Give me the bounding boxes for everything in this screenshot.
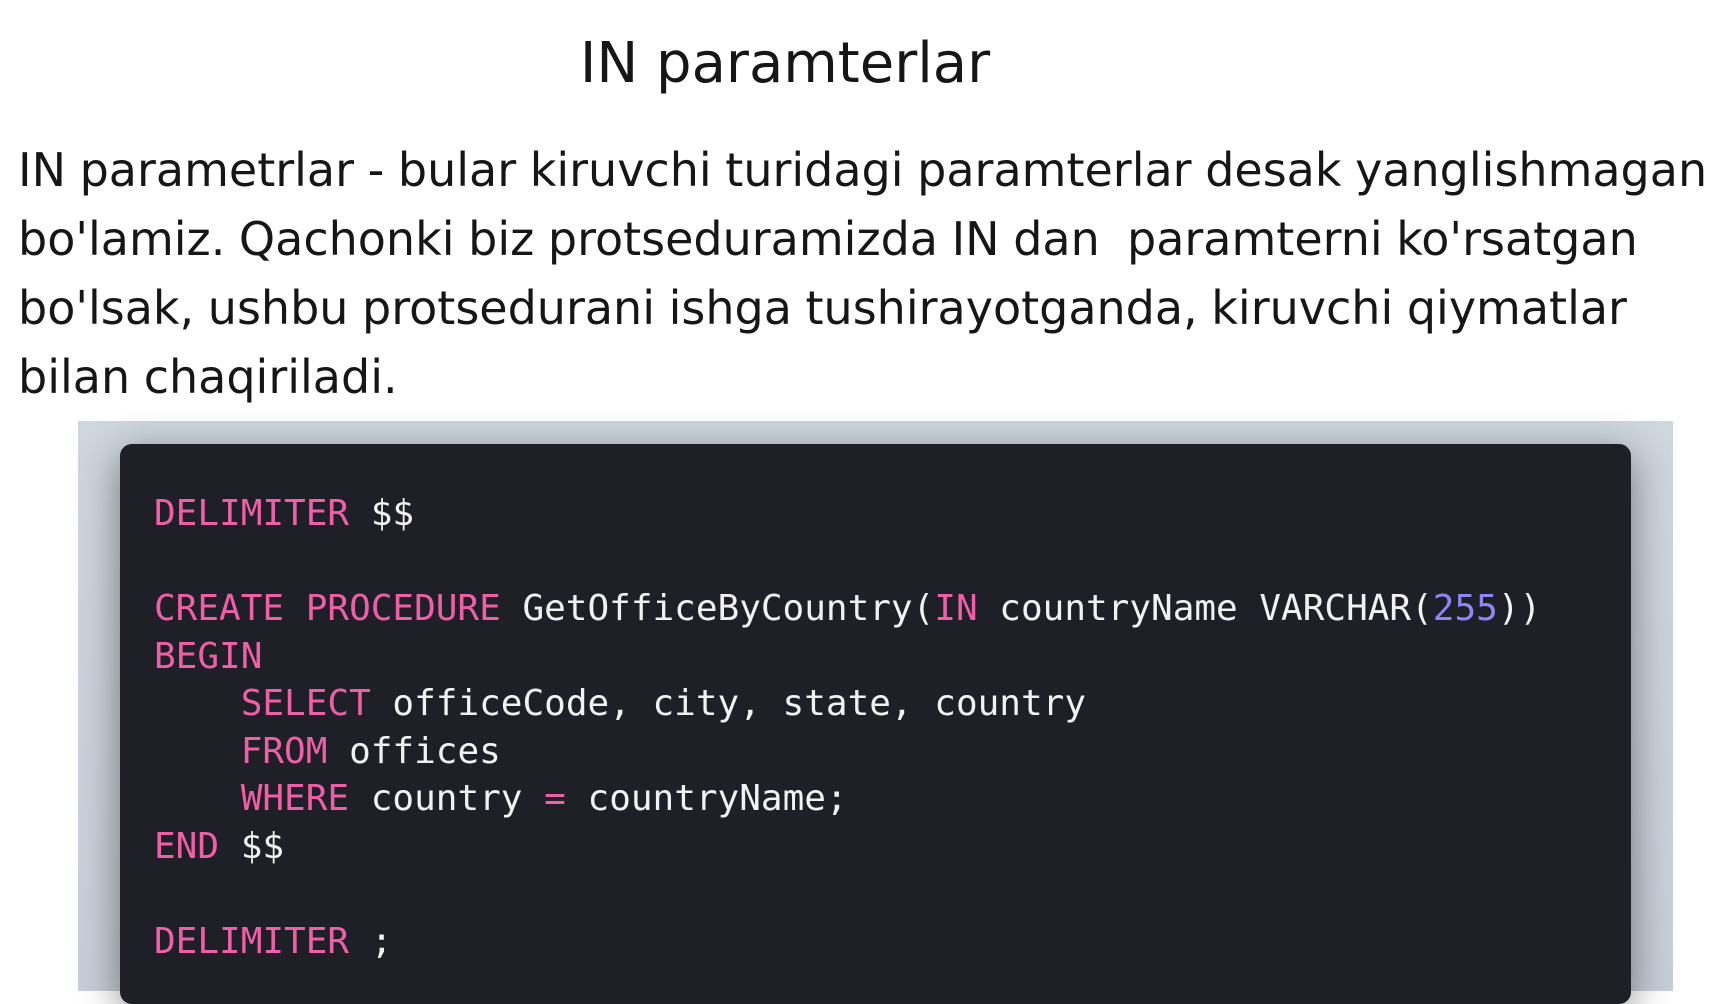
code-text: officeCode, city, state, country [370,683,1086,724]
paragraph-line: bo'lamiz. Qachonki biz protseduramizda I… [18,212,1638,266]
code-text: GetOfficeByCountry( [500,588,935,629]
code-line: END $$ [154,823,1541,871]
code-number: 255 [1432,588,1498,629]
code-text: )) [1497,588,1542,629]
code-keyword: BEGIN [154,635,263,677]
code-line: DELIMITER $$ [154,490,1541,538]
code-keyword: WHERE [240,778,350,819]
page-title: IN paramterlar [579,31,991,96]
code-text: $$ [349,493,415,534]
description-paragraph: IN parametrlar - bular kiruvchi turidagi… [18,136,1717,412]
code-line: FROM offices [154,728,1541,776]
code-keyword: DELIMITER [154,493,350,534]
code-keyword: = [544,778,566,819]
code-text: offices [327,730,501,772]
paragraph-line: bilan chaqiriladi. [18,350,398,404]
code-keyword: IN [934,588,978,629]
code-text: $$ [219,825,285,867]
code-line: SELECT officeCode, city, state, country [154,680,1541,728]
code-keyword: DELIMITER [154,920,350,962]
code-keyword: END [154,825,220,867]
code-line: WHERE country = countryName; [154,775,1541,823]
sql-code-block: DELIMITER $$ CREATE PROCEDURE GetOfficeB… [154,490,1541,965]
paragraph-line: IN parametrlar - bular kiruvchi turidagi… [18,143,1708,197]
code-text: country [349,778,545,819]
code-line: CREATE PROCEDURE GetOfficeByCountry(IN c… [154,585,1541,633]
code-line: BEGIN [154,633,1541,681]
code-line: DELIMITER ; [154,918,1541,966]
code-text: ; [349,920,393,962]
code-keyword: CREATE PROCEDURE [154,588,501,629]
paragraph-line: bo'lsak, ushbu protsedurani ishga tushir… [18,281,1627,335]
code-keyword: FROM [240,730,328,772]
code-keyword: SELECT [240,683,371,724]
code-text: countryName; [565,778,848,819]
code-text: countryName VARCHAR( [977,588,1433,629]
